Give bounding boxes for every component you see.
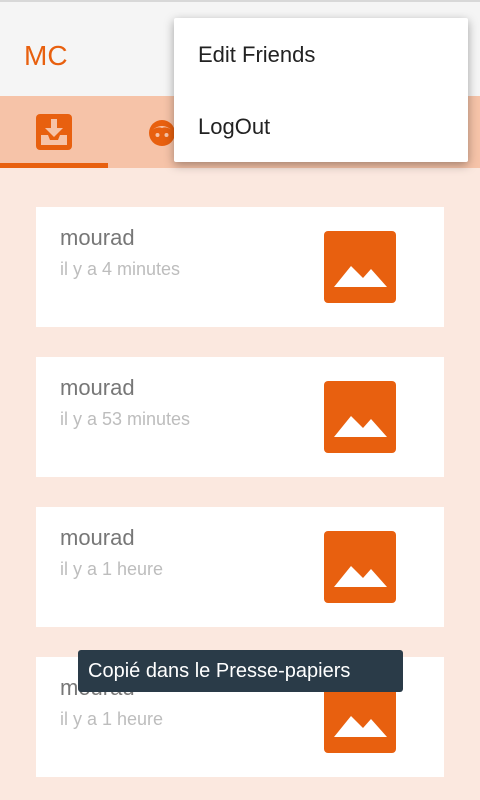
image-icon bbox=[324, 381, 396, 453]
message-item[interactable]: mourad il y a 1 heure bbox=[36, 507, 444, 627]
message-sender: mourad bbox=[60, 525, 135, 550]
app-title: MC bbox=[24, 40, 68, 71]
message-item[interactable]: mourad il y a 53 minutes bbox=[36, 357, 444, 477]
message-time: il y a 1 heure bbox=[60, 709, 164, 729]
inbox-download-icon bbox=[36, 114, 72, 155]
image-icon bbox=[324, 531, 396, 603]
menu-item-logout[interactable]: LogOut bbox=[198, 114, 270, 140]
toast-message: Copié dans le Presse-papiers bbox=[78, 650, 403, 692]
menu-item-edit-friends[interactable]: Edit Friends bbox=[198, 42, 315, 68]
message-item[interactable]: mourad il y a 4 minutes bbox=[36, 207, 444, 327]
message-sender: mourad bbox=[60, 225, 135, 250]
tab-inbox[interactable] bbox=[0, 96, 108, 168]
message-time: il y a 4 minutes bbox=[60, 259, 181, 279]
message-time: il y a 1 heure bbox=[60, 559, 164, 579]
overflow-menu: Edit Friends LogOut bbox=[174, 18, 468, 162]
message-sender: mourad bbox=[60, 375, 135, 400]
tab-selected-indicator bbox=[0, 163, 108, 168]
face-icon bbox=[147, 118, 177, 153]
message-time: il y a 53 minutes bbox=[60, 409, 191, 429]
image-icon bbox=[324, 231, 396, 303]
